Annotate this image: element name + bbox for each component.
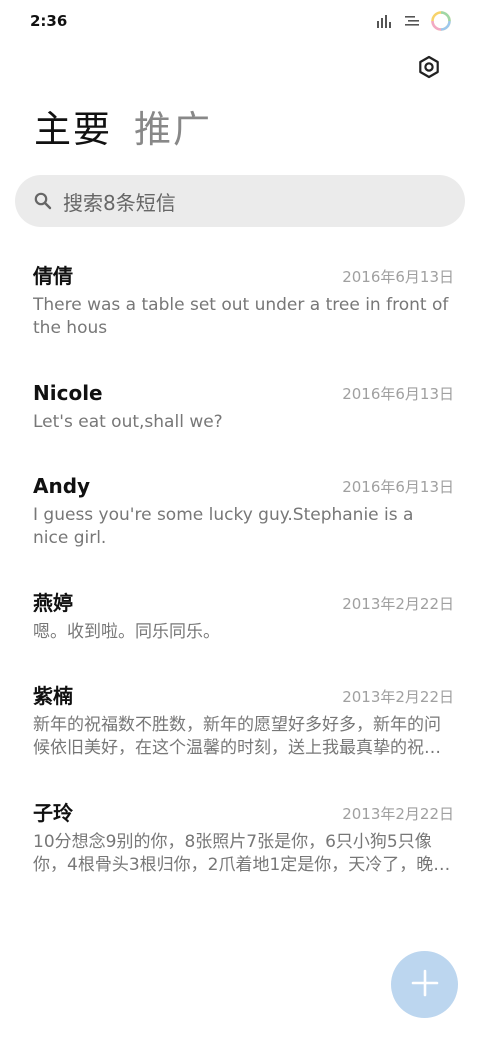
message-date: 2016年6月13日 (342, 385, 454, 403)
notification-icon (404, 13, 420, 33)
list-item[interactable]: 子玲 2013年2月22日 10分想念9别的你，8张照片7张是你，6只小狗5只像… (0, 787, 480, 904)
gear-icon (417, 55, 441, 83)
list-item[interactable]: Andy 2016年6月13日 I guess you're some luck… (0, 460, 480, 577)
message-date: 2013年2月22日 (342, 805, 454, 823)
status-icons (376, 10, 452, 36)
search-placeholder: 搜索8条短信 (63, 190, 176, 215)
settings-button[interactable] (416, 55, 442, 83)
new-message-button[interactable] (391, 951, 458, 1018)
message-date: 2013年2月22日 (342, 688, 454, 706)
search-input[interactable]: 搜索8条短信 (15, 175, 465, 227)
message-preview: 10分想念9别的你，8张照片7张是你，6只小狗5只像你，4根骨头3根归你，2爪着… (33, 832, 451, 875)
battery-ring-icon (430, 10, 452, 36)
message-preview: I guess you're some lucky guy.Stephanie … (33, 505, 414, 548)
status-time: 2:36 (30, 12, 68, 30)
message-preview: 新年的祝福数不胜数，新年的愿望好多好多，新年的问候依旧美好，在这个温馨的时刻，送… (33, 715, 441, 758)
message-date: 2013年2月22日 (342, 595, 454, 613)
status-bar: 2:36 (0, 0, 480, 40)
tab-primary[interactable]: 主要 (34, 104, 112, 156)
plus-icon (411, 969, 439, 1001)
list-item[interactable]: 紫楠 2013年2月22日 新年的祝福数不胜数，新年的愿望好多好多，新年的问候依… (0, 670, 480, 787)
list-item[interactable]: Nicole 2016年6月13日 Let's eat out,shall we… (0, 367, 480, 460)
list-item[interactable]: 燕婷 2013年2月22日 嗯。收到啦。同乐同乐。 (0, 577, 480, 670)
signal-icon (376, 13, 394, 33)
message-list: 倩倩 2016年6月13日 There was a table set out … (0, 250, 480, 904)
message-date: 2016年6月13日 (342, 268, 454, 286)
message-date: 2016年6月13日 (342, 478, 454, 496)
category-tabs: 主要 推广 (34, 104, 212, 156)
tab-promotions[interactable]: 推广 (134, 104, 212, 156)
message-preview: There was a table set out under a tree i… (33, 295, 449, 338)
message-preview: 嗯。收到啦。同乐同乐。 (33, 622, 220, 642)
message-preview: Let's eat out,shall we? (33, 412, 223, 432)
search-icon (33, 191, 53, 211)
list-item[interactable]: 倩倩 2016年6月13日 There was a table set out … (0, 250, 480, 367)
